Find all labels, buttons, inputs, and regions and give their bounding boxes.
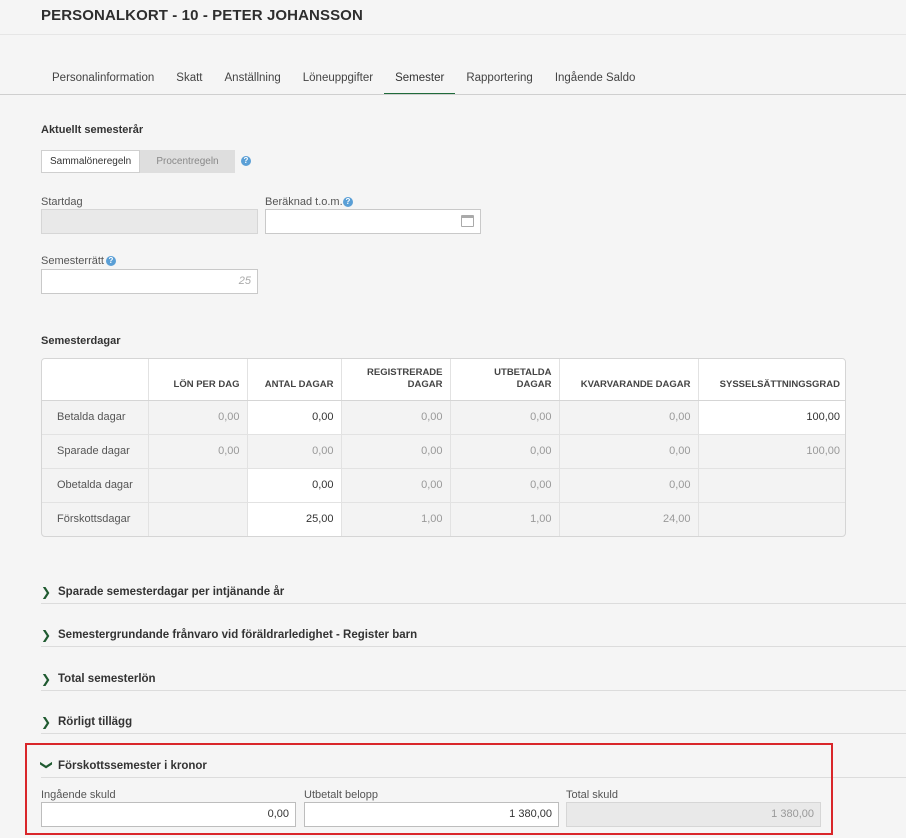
calendar-icon[interactable] (461, 215, 474, 227)
table-row: Betalda dagar 0,00 0,00 0,00 0,00 0,00 1… (42, 400, 845, 435)
tab-skatt[interactable]: Skatt (165, 62, 213, 95)
tab-bar: Personalinformation Skatt Anställning Lö… (41, 62, 646, 95)
table-cell: 0,00 (148, 434, 248, 469)
table-header-row: LÖN PER DAG ANTAL DAGAR REGISTRERADE DAG… (42, 359, 845, 401)
tab-personalinformation[interactable]: Personalinformation (41, 62, 165, 95)
antal-dagar-input[interactable]: 25,00 (247, 502, 342, 536)
accordion-rorligt-tillagg[interactable]: ❯ Rörligt tillägg (41, 712, 906, 734)
semesterdagar-table: LÖN PER DAG ANTAL DAGAR REGISTRERADE DAG… (41, 358, 846, 537)
section-heading-semesterdagar: Semesterdagar (41, 335, 121, 347)
table-cell: 0,00 (341, 400, 451, 435)
antal-dagar-input[interactable]: 0,00 (247, 400, 342, 435)
row-label: Sparade dagar (42, 434, 149, 469)
semesterratt-label: Semesterrätt (41, 255, 104, 267)
startdag-field (41, 209, 258, 234)
row-label: Betalda dagar (42, 400, 149, 435)
table-header (42, 359, 149, 401)
page-title: PERSONALKORT - 10 - PETER JOHANSSON (41, 7, 363, 24)
beraknad-date-field[interactable] (265, 209, 481, 234)
chevron-right-icon: ❯ (41, 628, 52, 642)
help-icon[interactable]: ? (241, 156, 251, 166)
accordion-label: Sparade semesterdagar per intjänande år (58, 586, 285, 598)
accordion-total-semesterlon[interactable]: ❯ Total semesterlön (41, 669, 906, 691)
section-heading-aktuellt: Aktuellt semesterår (41, 124, 144, 136)
table-cell: 0,00 (450, 400, 560, 435)
help-icon[interactable]: ? (343, 197, 353, 207)
tab-rapportering[interactable]: Rapportering (455, 62, 543, 95)
table-cell: 0,00 (341, 434, 451, 469)
table-row: Sparade dagar 0,00 0,00 0,00 0,00 0,00 1… (42, 434, 845, 469)
table-cell: 1,00 (450, 502, 560, 536)
table-header: UTBETALDA DAGAR (450, 359, 560, 401)
table-cell: 0,00 (450, 468, 560, 503)
semesterratt-field[interactable]: 25 (41, 269, 258, 294)
accordion-label: Total semesterlön (58, 673, 156, 685)
table-cell: 0,00 (559, 400, 699, 435)
table-cell: 100,00 (698, 434, 845, 469)
table-header: LÖN PER DAG (148, 359, 248, 401)
table-header: ANTAL DAGAR (247, 359, 342, 401)
tab-semester[interactable]: Semester (384, 62, 456, 95)
accordion-label: Semestergrundande frånvaro vid föräldrar… (58, 629, 418, 641)
table-cell: 0,00 (559, 468, 699, 503)
help-icon[interactable]: ? (106, 256, 116, 266)
tabs-divider (0, 94, 906, 95)
sammaloneregeln-option[interactable]: Sammalöneregeln (41, 150, 140, 173)
table-cell (698, 468, 845, 503)
table-row: Förskottsdagar 25,00 1,00 1,00 24,00 (42, 502, 845, 536)
row-label: Förskottsdagar (42, 502, 149, 536)
sysselsattningsgrad-input[interactable]: 100,00 (698, 400, 845, 435)
table-cell: 24,00 (559, 502, 699, 536)
beraknad-label: Beräknad t.o.m. (265, 196, 343, 208)
highlight-box (25, 743, 833, 835)
table-cell (148, 502, 248, 536)
table-cell: 0,00 (148, 400, 248, 435)
rule-toggle: Sammalöneregeln Procentregeln (41, 150, 235, 173)
tab-loneuppgifter[interactable]: Löneuppgifter (292, 62, 384, 95)
title-divider (0, 34, 906, 35)
accordion-foraldrarledighet[interactable]: ❯ Semestergrundande frånvaro vid föräldr… (41, 625, 906, 647)
table-header: KVARVARANDE DAGAR (559, 359, 699, 401)
table-header: SYSSELSÄTTNINGSGRAD (698, 359, 845, 401)
chevron-right-icon: ❯ (41, 715, 52, 729)
table-header: REGISTRERADE DAGAR (341, 359, 451, 401)
table-row: Obetalda dagar 0,00 0,00 0,00 0,00 (42, 468, 845, 503)
table-cell: 1,00 (341, 502, 451, 536)
startdag-label: Startdag (41, 196, 83, 208)
table-cell: 0,00 (559, 434, 699, 469)
antal-dagar-input[interactable]: 0,00 (247, 468, 342, 503)
table-cell: 0,00 (450, 434, 560, 469)
chevron-right-icon: ❯ (41, 672, 52, 686)
chevron-right-icon: ❯ (41, 585, 52, 599)
table-cell (698, 502, 845, 536)
tab-ingaende-saldo[interactable]: Ingående Saldo (544, 62, 647, 95)
tab-anstallning[interactable]: Anställning (214, 62, 292, 95)
table-cell: 0,00 (247, 434, 342, 469)
accordion-label: Rörligt tillägg (58, 716, 133, 728)
table-cell (148, 468, 248, 503)
procentregeln-option[interactable]: Procentregeln (140, 150, 235, 173)
row-label: Obetalda dagar (42, 468, 149, 503)
table-cell: 0,00 (341, 468, 451, 503)
accordion-sparade-semesterdagar[interactable]: ❯ Sparade semesterdagar per intjänande å… (41, 582, 906, 604)
